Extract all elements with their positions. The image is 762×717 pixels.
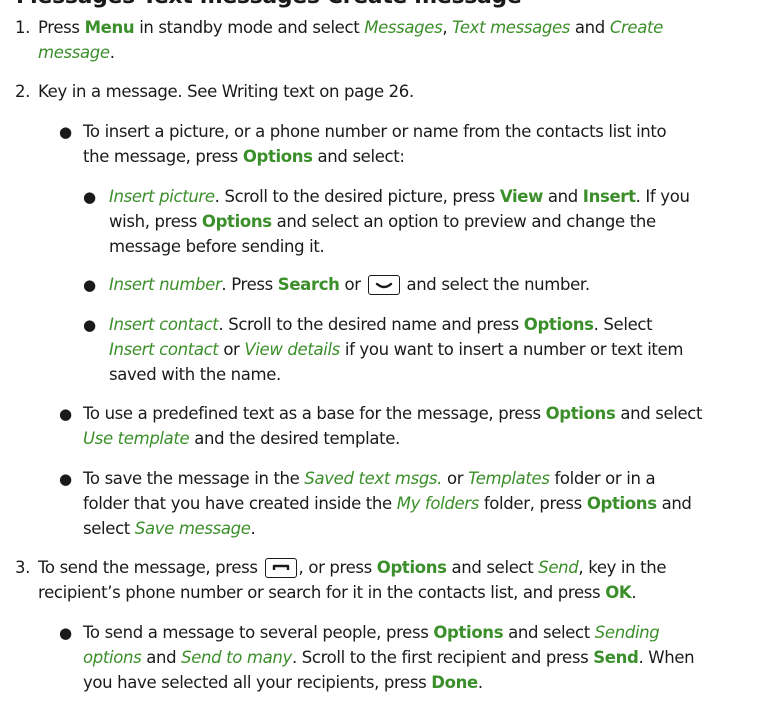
options-label: Options xyxy=(433,623,504,642)
step-3-line-2: recipient’s phone number or search for i… xyxy=(38,583,637,602)
text-messages-label: Text messages xyxy=(452,18,571,37)
call-key-icon xyxy=(264,558,297,578)
sending-options-label-part2: options xyxy=(83,648,142,667)
send-option-label: Send xyxy=(538,558,579,577)
templates-label: Templates xyxy=(468,469,550,488)
step-1-line-1: Press Menu in standby mode and select Me… xyxy=(38,18,663,37)
scroll-down-key-icon xyxy=(367,275,400,295)
bullet: ● xyxy=(59,470,72,488)
step-2-number: 2. xyxy=(15,82,31,101)
insert-number-line: Insert number. Press Search or and selec… xyxy=(109,275,590,295)
insert-picture-line-2: wish, press Options and select an option… xyxy=(109,212,656,231)
step-2-bullet-3-line-2: folder that you have created inside the … xyxy=(83,494,692,513)
send-to-many-label: Send to many xyxy=(181,648,292,667)
step-3-bullet-line-3: you have selected all your recipients, p… xyxy=(83,673,483,692)
create-message-label-part1: Create xyxy=(609,18,663,37)
options-label: Options xyxy=(376,558,447,577)
saved-text-msgs-label: Saved text msgs. xyxy=(304,469,443,488)
options-label: Options xyxy=(201,212,272,231)
send-label: Send xyxy=(593,648,639,667)
step-1-number: 1. xyxy=(15,18,31,37)
insert-picture-line-1: Insert picture. Scroll to the desired pi… xyxy=(109,187,690,206)
save-message-label: Save message xyxy=(134,519,251,538)
ok-label: OK xyxy=(605,583,632,602)
step-2-bullet-1-line-2: the message, press Options and select: xyxy=(83,147,405,166)
bullet: ● xyxy=(83,316,96,334)
insert-picture-label: Insert picture xyxy=(109,187,215,206)
insert-number-label: Insert number xyxy=(109,275,222,294)
bullet: ● xyxy=(83,188,96,206)
bullet: ● xyxy=(83,276,96,294)
insert-label: Insert xyxy=(582,187,636,206)
bullet: ● xyxy=(59,624,72,642)
step-2-bullet-2-line-1: To use a predefined text as a base for t… xyxy=(83,404,703,423)
view-details-option: View details xyxy=(244,340,340,359)
insert-contact-option: Insert contact xyxy=(109,340,219,359)
options-label: Options xyxy=(545,404,616,423)
messages-label: Messages xyxy=(364,18,443,37)
search-label: Search xyxy=(277,275,340,294)
options-label: Options xyxy=(242,147,313,166)
use-template-label: Use template xyxy=(83,429,190,448)
clipped-heading: Messages Text messages Create message xyxy=(0,0,762,10)
step-2-bullet-1-line-1: To insert a picture, or a phone number o… xyxy=(83,122,667,141)
insert-contact-label: Insert contact xyxy=(109,315,219,334)
step-2-bullet-3-line-1: To save the message in the Saved text ms… xyxy=(83,469,656,488)
step-3-bullet-line-1: To send a message to several people, pre… xyxy=(83,623,660,642)
bullet: ● xyxy=(59,123,72,141)
done-label: Done xyxy=(431,673,478,692)
step-1-line-2: message. xyxy=(38,43,115,62)
heading-fragment: Messages Text messages Create message xyxy=(16,0,522,9)
step-3-line-1: To send the message, press , or press Op… xyxy=(38,558,667,578)
insert-contact-line-1: Insert contact. Scroll to the desired na… xyxy=(109,315,653,334)
step-3-number: 3. xyxy=(15,558,31,577)
menu-label: Menu xyxy=(84,18,135,37)
insert-contact-line-2: Insert contact or View details if you wa… xyxy=(109,340,684,359)
bullet: ● xyxy=(59,405,72,423)
step-2-text: Key in a message. See Writing text on pa… xyxy=(38,82,414,101)
view-label: View xyxy=(499,187,544,206)
my-folders-label: My folders xyxy=(396,494,480,513)
create-message-label-part2: message xyxy=(38,43,110,62)
insert-picture-line-3: message before sending it. xyxy=(109,237,325,256)
step-2-bullet-2-line-2: Use template and the desired template. xyxy=(83,429,400,448)
options-label: Options xyxy=(523,315,594,334)
sending-options-label-part1: Sending xyxy=(594,623,660,642)
step-2-bullet-3-line-3: select Save message. xyxy=(83,519,256,538)
insert-contact-line-3: saved with the name. xyxy=(109,365,281,384)
options-label: Options xyxy=(586,494,657,513)
step-3-bullet-line-2: options and Send to many. Scroll to the … xyxy=(83,648,695,667)
